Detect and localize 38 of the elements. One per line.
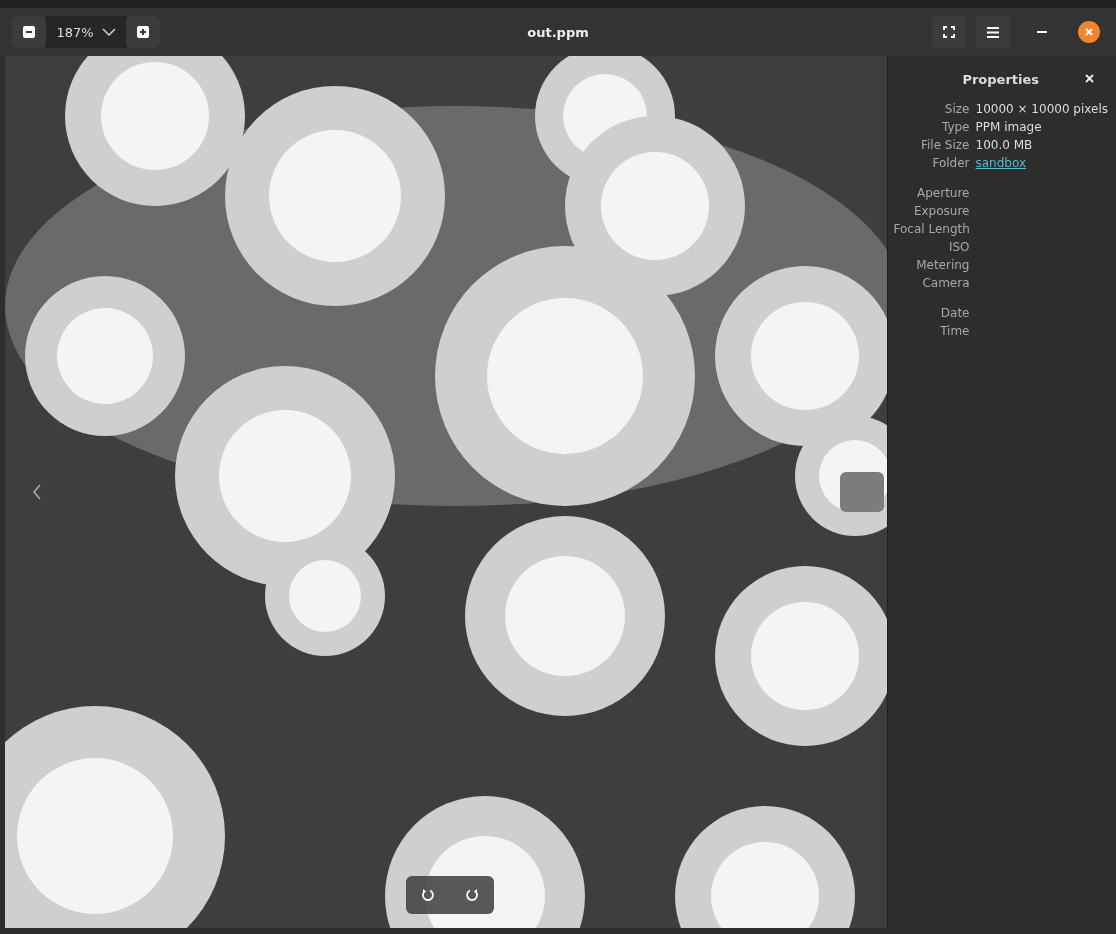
property-value: 10000 × 10000 pixels [975,102,1108,116]
close-icon [1084,27,1094,37]
close-button[interactable] [1078,21,1100,43]
zoom-out-button[interactable] [12,16,46,48]
menu-icon [987,26,999,38]
property-label: ISO [947,240,970,254]
property-label: Type [940,120,970,134]
property-label: Camera [921,276,970,290]
panel-close-button[interactable] [1082,71,1096,85]
property-label: Exposure [912,204,970,218]
property-label: File Size [919,138,970,152]
property-label: Focal Length [893,222,970,236]
property-label: Time [939,324,970,338]
plus-icon [137,26,149,38]
chevron-down-icon [101,28,116,36]
property-label: Size [943,102,970,116]
rotate-right-button[interactable] [450,876,494,914]
chevron-left-icon [32,483,42,500]
property-value: 100.0 MB [975,138,1034,152]
panel-title: Properties [962,71,1040,87]
close-icon [1084,73,1094,83]
property-value: PPM image [975,120,1043,134]
property-label: Folder [931,156,970,170]
minus-icon [23,26,35,38]
rotate-left-icon [421,888,435,902]
folder-link[interactable]: sandbox [975,156,1027,170]
minimize-icon [1037,31,1047,33]
property-label: Date [939,306,970,320]
property-label: Aperture [916,186,970,200]
rotate-right-icon [465,888,479,902]
menu-button[interactable] [976,16,1010,48]
zoom-in-button[interactable] [126,16,160,48]
rotate-left-button[interactable] [406,876,450,914]
fullscreen-icon [943,26,955,38]
fullscreen-button[interactable] [932,16,966,48]
property-label: Metering [915,258,970,272]
window-title: out.ppm [527,24,589,40]
next-thumbnail-button[interactable] [840,472,884,512]
